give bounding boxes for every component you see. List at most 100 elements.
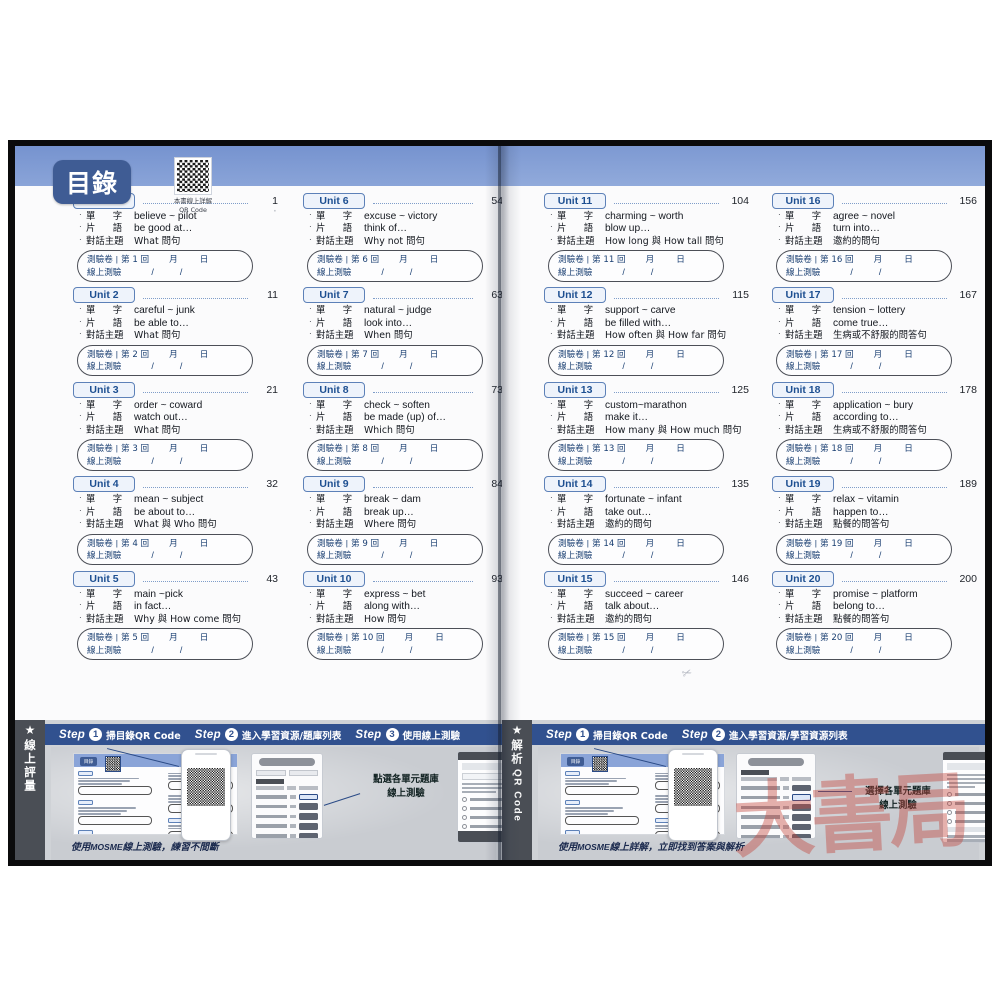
capsule-row-online: 線上測驗 / /	[317, 549, 474, 562]
toc-unit-entry[interactable]: Unit 13 125 · 單 字 custom~marathon · 片 語 …	[544, 381, 749, 471]
test-record-capsule[interactable]: 測驗卷 | 第 9 回 月 日 線上測驗 / /	[307, 533, 483, 565]
toc-unit-entry[interactable]: Unit 9 84 · 單 字 break ~ dam · 片 語 break …	[303, 476, 502, 565]
test-record-capsule[interactable]: 測驗卷 | 第 4 回 月 日 線上測驗 / /	[77, 533, 253, 565]
value-vocab: tension ~ lottery	[833, 305, 906, 316]
capsule-separator: |	[345, 443, 349, 453]
unit-page-number: 93	[491, 572, 502, 585]
toc-unit-entry[interactable]: Unit 6 54 · 單 字 excuse ~ victory · 片 語 t…	[303, 192, 502, 282]
test-record-capsule[interactable]: 測驗卷 | 第 19 回 月 日 線上測驗 / /	[776, 533, 952, 565]
mini-column	[565, 771, 639, 834]
toc-unit-entry[interactable]: Unit 18 178 · 單 字 application ~ bury · 片…	[772, 381, 977, 471]
unit-chip[interactable]: Unit 8	[303, 381, 365, 398]
toc-unit-entry[interactable]: Unit 11 104 · 單 字 charming ~ worth · 片 語…	[544, 192, 749, 282]
test-record-capsule[interactable]: 測驗卷 | 第 1 回 月 日 線上測驗 / /	[77, 250, 253, 282]
unit-chip[interactable]: Unit 12	[544, 287, 606, 303]
toc-unit-entry[interactable]: Unit 3 21 · 單 字 order ~ coward · 片 語 wat…	[73, 381, 278, 471]
unit-chip[interactable]: Unit 2	[73, 287, 135, 303]
value-phrase: come true…	[833, 317, 889, 329]
toc-unit-entry[interactable]: Unit 7 63 · 單 字 natural ~ judge · 片 語 lo…	[303, 287, 502, 376]
toc-unit-entry[interactable]: Unit 16 156 · 單 字 agree ~ novel · 片 語 tu…	[772, 192, 977, 282]
value-vocab: check ~ soften	[364, 399, 430, 411]
test-record-capsule[interactable]: 測驗卷 | 第 16 回 月 日 線上測驗 / /	[776, 250, 952, 282]
toc-unit-entry[interactable]: Unit 17 167 · 單 字 tension ~ lottery · 片 …	[772, 287, 977, 376]
test-record-capsule[interactable]: 測驗卷 | 第 6 回 月 日 線上測驗 / /	[307, 250, 483, 282]
question-bank-list-mock	[251, 753, 323, 839]
slash-2: /	[409, 361, 413, 371]
toc-unit-entry[interactable]: Unit 19 189 · 單 字 relax ~ vitamin · 片 語 …	[772, 476, 977, 565]
test-record-capsule[interactable]: 測驗卷 | 第 12 回 月 日 線上測驗 / /	[548, 344, 724, 376]
unit-chip[interactable]: Unit 19	[772, 476, 834, 492]
value-dialogue: 生病或不舒服的問答句	[833, 330, 927, 341]
unit-page-number: 84	[491, 478, 502, 490]
row-vocab: · 單 字 check ~ soften	[309, 399, 502, 413]
toc-unit-entry[interactable]: Unit 14 135 · 單 字 fortunate ~ infant · 片…	[544, 476, 749, 565]
unit-chip[interactable]: Unit 6	[303, 192, 365, 209]
test-record-capsule[interactable]: 測驗卷 | 第 11 回 月 日 線上測驗 / /	[548, 250, 724, 282]
unit-chip[interactable]: Unit 17	[772, 287, 834, 303]
test-record-capsule[interactable]: 測驗卷 | 第 3 回 月 日 線上測驗 / /	[77, 439, 253, 471]
unit-chip[interactable]: Unit 9	[303, 476, 365, 492]
row-phrase: · 片 語 be able to…	[79, 317, 278, 331]
unit-page-number: 146	[731, 572, 749, 585]
unit-chip[interactable]: Unit 18	[772, 381, 834, 398]
bullet-icon: ·	[778, 612, 781, 622]
unit-chip[interactable]: Unit 13	[544, 381, 606, 398]
label-vocab: 單 字	[316, 588, 357, 600]
value-phrase: turn into…	[833, 223, 880, 234]
footer-caption-right: 使用MOSME線上詳解，立即找到答案與解析	[558, 839, 744, 853]
label-month: 月	[873, 255, 883, 265]
test-record-capsule[interactable]: 測驗卷 | 第 13 回 月 日 線上測驗 / /	[548, 439, 724, 471]
row-vocab: · 單 字 relax ~ vitamin	[778, 493, 977, 507]
toc-unit-entry[interactable]: Unit 10 93 · 單 字 express ~ bet · 片 語 alo…	[303, 570, 502, 660]
test-record-capsule[interactable]: 測驗卷 | 第 15 回 月 日 線上測驗 / /	[548, 628, 724, 660]
unit-chip[interactable]: Unit 10	[303, 570, 365, 587]
slash-2: /	[650, 550, 654, 560]
unit-header: Unit 19 189	[772, 476, 977, 493]
unit-header: Unit 18 178	[772, 381, 977, 398]
slash-2: /	[878, 644, 882, 655]
test-record-capsule[interactable]: 測驗卷 | 第 5 回 月 日 線上測驗 / /	[77, 628, 253, 660]
test-record-capsule[interactable]: 測驗卷 | 第 20 回 月 日 線上測驗 / /	[776, 628, 952, 660]
test-record-capsule[interactable]: 測驗卷 | 第 10 回 月 日 線上測驗 / /	[307, 628, 483, 660]
test-record-capsule[interactable]: 測驗卷 | 第 8 回 月 日 線上測驗 / /	[307, 439, 483, 471]
label-dialogue: 對話主題	[557, 519, 595, 530]
unit-detail-rows: · 單 字 relax ~ vitamin · 片 語 happen to… ·…	[778, 493, 977, 532]
label-test-paper: 測驗卷	[786, 255, 812, 265]
test-record-capsule[interactable]: 測驗卷 | 第 7 回 月 日 線上測驗 / /	[307, 344, 483, 376]
unit-chip[interactable]: Unit 20	[772, 570, 834, 587]
row-phrase: · 片 語 break up…	[309, 506, 502, 520]
toc-unit-entry[interactable]: Unit 5 43 · 單 字 main ~pick · 片 語 in fact…	[73, 570, 278, 660]
unit-chip[interactable]: Unit 14	[544, 476, 606, 492]
unit-chip[interactable]: Unit 16	[772, 192, 834, 209]
capsule-separator: |	[814, 254, 818, 264]
test-record-capsule[interactable]: 測驗卷 | 第 2 回 月 日 線上測驗 / /	[77, 344, 253, 376]
bullet-icon: ·	[309, 600, 312, 609]
row-phrase: · 片 語 turn into…	[778, 222, 977, 236]
bullet-icon: ·	[79, 587, 82, 597]
unit-page-number: 135	[731, 478, 749, 490]
toc-unit-entry[interactable]: Unit 12 115 · 單 字 support ~ carve · 片 語 …	[544, 287, 749, 376]
unit-chip[interactable]: Unit 5	[73, 570, 135, 587]
toc-unit-entry[interactable]: Unit 15 146 · 單 字 succeed ~ career · 片 語…	[544, 570, 749, 660]
toc-unit-entry[interactable]: Unit 4 32 · 單 字 mean ~ subject · 片 語 be …	[73, 476, 278, 565]
label-vocab: 單 字	[557, 588, 598, 600]
unit-page-number: 73	[491, 383, 502, 396]
row-phrase: · 片 語 belong to…	[778, 600, 977, 614]
unit-chip[interactable]: Unit 15	[544, 570, 606, 587]
unit-chip[interactable]: Unit 3	[73, 381, 135, 398]
scan-artifact: ✂	[679, 664, 695, 682]
value-dialogue: 邀約的問句	[605, 613, 652, 625]
unit-chip[interactable]: Unit 7	[303, 287, 365, 303]
test-record-capsule[interactable]: 測驗卷 | 第 14 回 月 日 線上測驗 / /	[548, 533, 724, 565]
qr-code-icon[interactable]	[174, 157, 212, 195]
slash-1: /	[622, 266, 625, 277]
unit-chip[interactable]: Unit 11	[544, 192, 606, 209]
toc-unit-entry[interactable]: Unit 2 11 · 單 字 careful ~ junk · 片 語 be …	[73, 287, 278, 376]
capsule-separator: |	[814, 348, 818, 359]
toc-unit-entry[interactable]: Unit 8 73 · 單 字 check ~ soften · 片 語 be …	[303, 381, 502, 471]
unit-chip[interactable]: Unit 4	[73, 476, 135, 492]
toc-unit-entry[interactable]: Unit 20 200 · 單 字 promise ~ platform · 片…	[772, 570, 977, 660]
test-record-capsule[interactable]: 測驗卷 | 第 17 回 月 日 線上測驗 / /	[776, 344, 952, 376]
label-online-test: 線上測驗	[786, 456, 821, 467]
test-record-capsule[interactable]: 測驗卷 | 第 18 回 月 日 線上測驗 / /	[776, 439, 952, 471]
